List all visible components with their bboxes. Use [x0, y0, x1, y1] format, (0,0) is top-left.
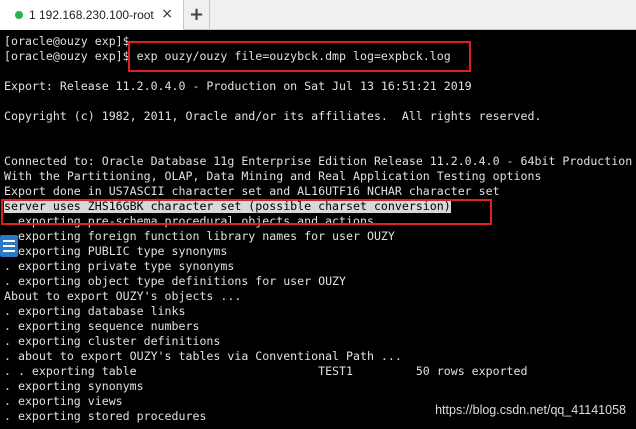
- connection-status-icon: [15, 11, 23, 19]
- terminal-line: With the Partitioning, OLAP, Data Mining…: [4, 169, 542, 183]
- terminal-line: . exporting views: [4, 394, 123, 408]
- terminal-line: Export: Release 11.2.0.4.0 - Production …: [4, 79, 472, 93]
- terminal-line: Connected to: Oracle Database 11g Enterp…: [4, 154, 633, 168]
- terminal-line: . about to export OUZY's tables via Conv…: [4, 349, 402, 363]
- terminal-line: . exporting database links: [4, 304, 186, 318]
- terminal-line: Copyright (c) 1982, 2011, Oracle and/or …: [4, 109, 542, 123]
- close-tab-icon[interactable]: ×: [161, 6, 173, 22]
- terminal-line: . exporting PUBLIC type synonyms: [4, 244, 228, 258]
- terminal-line: . . exporting table TEST1 50 rows export…: [4, 364, 528, 378]
- terminal-line: . exporting cluster definitions: [4, 334, 221, 348]
- terminal-line: . exporting object type definitions for …: [4, 274, 347, 288]
- new-tab-button[interactable]: +: [184, 0, 210, 30]
- session-tab[interactable]: 1 192.168.230.100-root ×: [0, 0, 184, 30]
- terminal-line: About to export OUZY's objects ...: [4, 289, 242, 303]
- terminal-output[interactable]: [oracle@ouzy exp]$ [oracle@ouzy exp]$ ex…: [0, 30, 636, 429]
- terminal-line: . exporting stored procedures: [4, 409, 207, 423]
- terminal-line: [oracle@ouzy exp]$: [4, 34, 137, 48]
- terminal-line: . exporting private type synonyms: [4, 259, 235, 273]
- tab-bar: 1 192.168.230.100-root × +: [0, 0, 636, 30]
- terminal-line: . exporting foreign function library nam…: [4, 229, 395, 243]
- command-annotation-box: [128, 41, 471, 72]
- terminal-line: . exporting synonyms: [4, 379, 144, 393]
- terminal-line: Export done in US7ASCII character set an…: [4, 184, 500, 198]
- watermark-text: https://blog.csdn.net/qq_41141058: [435, 403, 626, 417]
- tab-label: 1 192.168.230.100-root: [29, 8, 154, 22]
- sidebar-menu-icon[interactable]: [0, 235, 18, 257]
- terminal-line: . exporting sequence numbers: [4, 319, 200, 333]
- charset-annotation-box: [1, 199, 492, 225]
